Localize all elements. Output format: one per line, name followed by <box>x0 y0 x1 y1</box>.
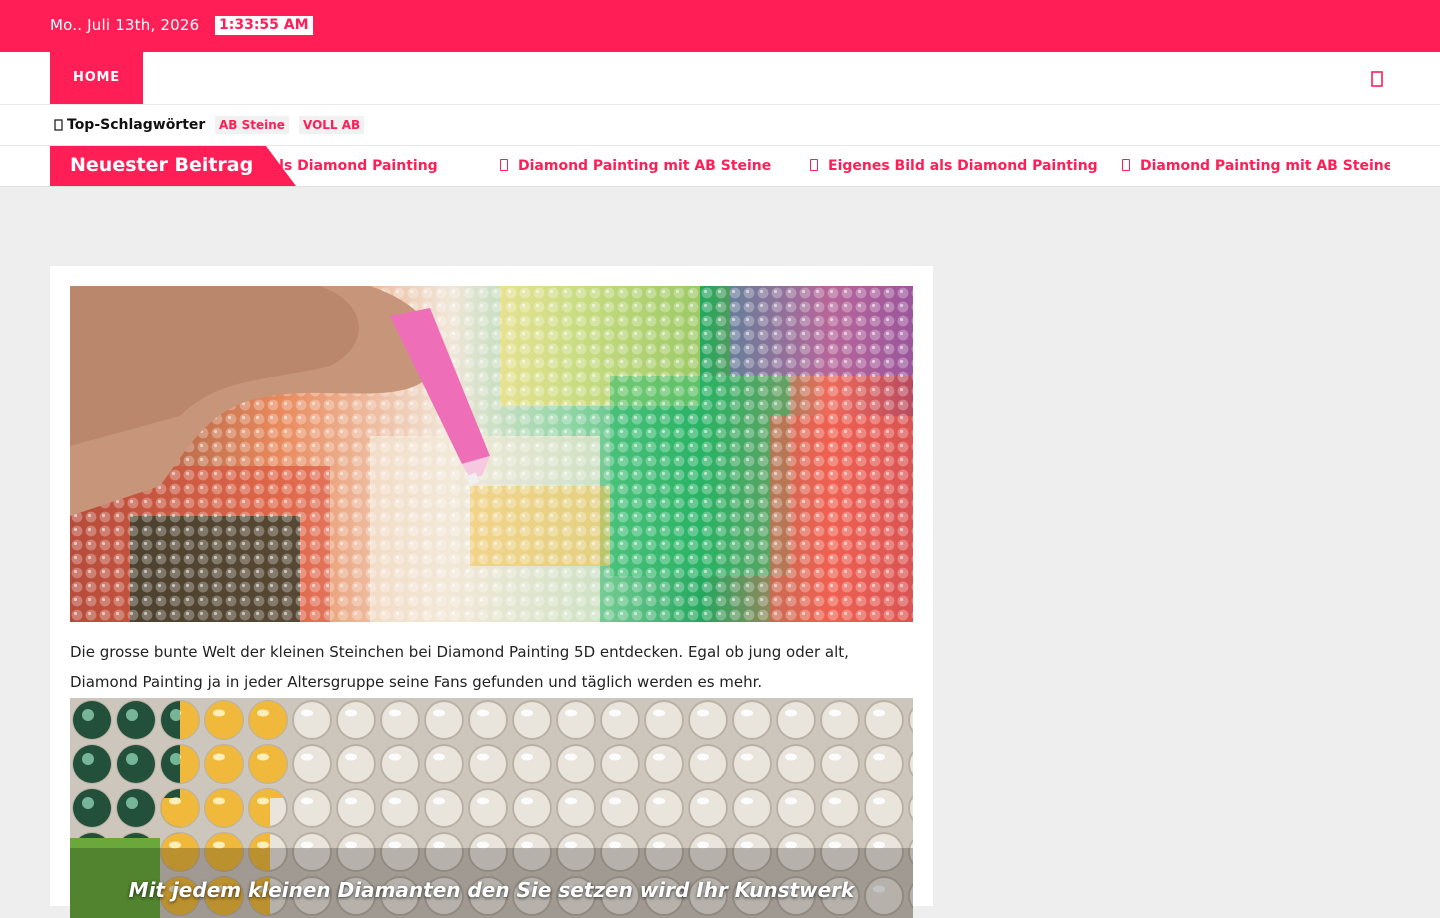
ticker-item[interactable]: Eigenes Bild als Diamond Painting <box>275 156 438 176</box>
tag-icon <box>54 119 64 131</box>
ticker-item[interactable]: Eigenes Bild als Diamond Painting <box>810 156 1098 176</box>
document-icon <box>1122 159 1130 171</box>
image-overlay-caption: Mit jedem kleinen Diamanten den Sie setz… <box>128 878 855 902</box>
top-tags-bar: Top-Schlagwörter AB Steine VOLL AB <box>0 105 1440 146</box>
post-featured-image <box>70 286 913 622</box>
document-icon <box>500 159 508 171</box>
nav-home-link[interactable]: HOME <box>50 52 143 104</box>
ticker-label: Neuester Beitrag <box>50 146 266 186</box>
document-icon <box>810 159 818 171</box>
tag-chip-ab-steine[interactable]: AB Steine <box>215 116 289 134</box>
post-card: Die grosse bunte Welt der kleinen Steinc… <box>50 266 933 918</box>
search-icon[interactable] <box>1364 66 1390 90</box>
ticker-item[interactable]: Diamond Painting mit AB Steine <box>500 156 771 176</box>
ticker-track: Eigenes Bild als Diamond Painting Diamon… <box>275 146 1390 186</box>
top-bar: Mo.. Juli 13th, 2026 1:33:55 AM <box>0 0 1440 52</box>
main-navigation: HOME <box>0 52 1440 105</box>
post-paragraph: Die grosse bunte Welt der kleinen Steinc… <box>70 643 849 691</box>
top-tags-title: Top-Schlagwörter <box>67 117 206 133</box>
tag-chip-voll-ab[interactable]: VOLL AB <box>299 116 365 134</box>
post-secondary-image: Mit jedem kleinen Diamanten den Sie setz… <box>70 698 913 918</box>
latest-post-ticker: Eigenes Bild als Diamond Painting Diamon… <box>0 146 1440 187</box>
current-date: Mo.. Juli 13th, 2026 <box>50 16 200 34</box>
ticker-item[interactable]: Diamond Painting mit AB Steine <box>1122 156 1390 176</box>
current-time: 1:33:55 AM <box>215 16 313 35</box>
